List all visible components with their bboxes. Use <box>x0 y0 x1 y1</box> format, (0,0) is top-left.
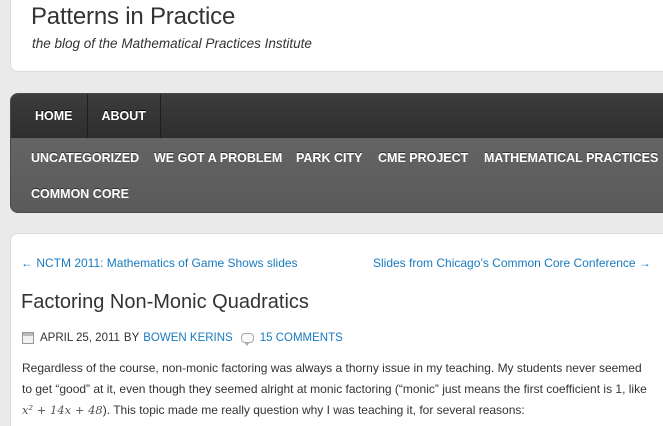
post-date: APRIL 25, 2011 <box>40 332 120 344</box>
primary-menu: HOME ABOUT <box>11 94 663 138</box>
body-line-2: to get “good” at it, even though they se… <box>22 382 647 396</box>
post-body: Regardless of the course, non-monic fact… <box>22 358 652 421</box>
category-we-got-a-problem[interactable]: WE GOT A PROBLEM <box>154 151 282 165</box>
site-title[interactable]: Patterns in Practice <box>31 3 235 31</box>
menu-item-home[interactable]: HOME <box>11 94 88 138</box>
next-post-link[interactable]: Slides from Chicago’s Common Core Confer… <box>373 256 651 270</box>
body-line-1: Regardless of the course, non-monic fact… <box>22 361 642 375</box>
author-link[interactable]: BOWEN KERINS <box>143 332 232 344</box>
calendar-icon <box>22 332 34 344</box>
menu-item-about[interactable]: ABOUT <box>88 94 161 138</box>
category-mathematical-practices[interactable]: MATHEMATICAL PRACTICES <box>484 151 658 165</box>
previous-post-link[interactable]: ← NCTM 2011: Mathematics of Game Shows s… <box>21 256 298 270</box>
category-menu: UNCATEGORIZED WE GOT A PROBLEM PARK CITY… <box>11 138 663 212</box>
site-tagline: the blog of the Mathematical Practices I… <box>32 36 312 51</box>
body-line-3: x² + 14x + 48). This topic made me reall… <box>22 400 652 421</box>
post-title[interactable]: Factoring Non-Monic Quadratics <box>21 291 309 314</box>
category-park-city[interactable]: PARK CITY <box>296 151 362 165</box>
category-cme-project[interactable]: CME PROJECT <box>378 151 468 165</box>
category-uncategorized[interactable]: UNCATEGORIZED <box>31 151 139 165</box>
navigation-bar: HOME ABOUT UNCATEGORIZED WE GOT A PROBLE… <box>10 93 663 213</box>
comment-icon <box>240 333 254 346</box>
body-line-3-text: ). This topic made me really question wh… <box>102 403 525 417</box>
math-expression: x² + 14x + 48 <box>22 403 103 417</box>
post-meta: APRIL 25, 2011 BY BOWEN KERINS 15 COMMEN… <box>22 332 343 346</box>
category-common-core[interactable]: COMMON CORE <box>31 187 129 201</box>
comments-link[interactable]: 15 COMMENTS <box>260 332 343 344</box>
by-label: BY <box>123 332 140 344</box>
